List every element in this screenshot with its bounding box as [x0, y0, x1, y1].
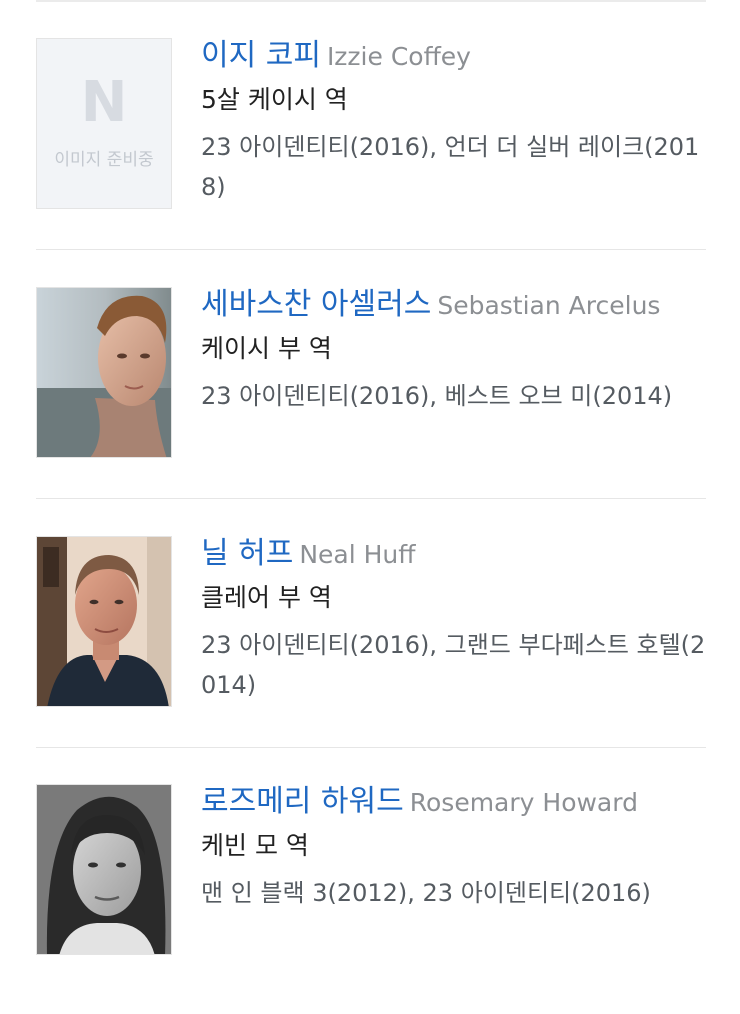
role-text: 케빈 모 역	[201, 831, 309, 860]
filmography-text: 23 아이덴티티(2016), 그랜드 부다페스트 호텔(2014)	[201, 631, 706, 699]
actor-name-en: Izzie Coffey	[326, 42, 471, 71]
actor-photo[interactable]	[36, 536, 172, 707]
cast-item[interactable]: 로즈메리 하워드 Rosemary Howard 케빈 모 역 맨 인 블랙 3(…	[36, 784, 706, 1014]
name-line: 이지 코피 Izzie Coffey	[201, 38, 706, 74]
filmography-text: 23 아이덴티티(2016), 베스트 오브 미(2014)	[201, 382, 673, 410]
filmography-text: 23 아이덴티티(2016), 언더 더 실버 레이크(2018)	[201, 133, 700, 201]
role-text: 케이시 부 역	[201, 334, 332, 363]
placeholder-text: 이미지 준비중	[54, 150, 154, 170]
cast-item[interactable]: 닐 허프 Neal Huff 클레어 부 역 23 아이덴티티(2016), 그랜…	[36, 536, 706, 766]
cast-item[interactable]: 세바스찬 아셀러스 Sebastian Arcelus 케이시 부 역 23 아이…	[36, 287, 706, 517]
actor-photo-image	[37, 288, 171, 457]
actor-photo[interactable]	[36, 287, 172, 458]
actor-name-ko[interactable]: 세바스찬 아셀러스	[201, 287, 431, 322]
top-divider	[36, 0, 706, 2]
name-line: 로즈메리 하워드 Rosemary Howard	[201, 784, 706, 820]
actor-name-ko[interactable]: 로즈메리 하워드	[201, 784, 404, 819]
actor-photo-image	[37, 537, 171, 706]
divider	[36, 249, 706, 250]
actor-name-ko[interactable]: 이지 코피	[201, 38, 321, 73]
actor-name-en: Sebastian Arcelus	[437, 291, 661, 320]
actor-name-en: Neal Huff	[299, 540, 416, 569]
actor-name-ko[interactable]: 닐 허프	[201, 536, 293, 571]
image-placeholder[interactable]: N 이미지 준비중	[36, 38, 172, 209]
divider	[36, 498, 706, 499]
actor-photo-image	[37, 785, 171, 954]
name-line: 세바스찬 아셀러스 Sebastian Arcelus	[201, 287, 706, 323]
cast-info: 이지 코피 Izzie Coffey 5살 케이시 역 23 아이덴티티(2016…	[201, 38, 706, 207]
naver-logo-icon: N	[80, 70, 128, 135]
actor-name-en: Rosemary Howard	[409, 788, 638, 817]
actor-photo[interactable]	[36, 784, 172, 955]
cast-item[interactable]: N 이미지 준비중 이지 코피 Izzie Coffey 5살 케이시 역 23 …	[36, 38, 706, 268]
cast-info: 닐 허프 Neal Huff 클레어 부 역 23 아이덴티티(2016), 그랜…	[201, 536, 706, 705]
cast-info: 세바스찬 아셀러스 Sebastian Arcelus 케이시 부 역 23 아이…	[201, 287, 706, 416]
role-text: 5살 케이시 역	[201, 85, 348, 114]
filmography-text: 맨 인 블랙 3(2012), 23 아이덴티티(2016)	[201, 879, 651, 907]
name-line: 닐 허프 Neal Huff	[201, 536, 706, 572]
cast-info: 로즈메리 하워드 Rosemary Howard 케빈 모 역 맨 인 블랙 3(…	[201, 784, 706, 913]
divider	[36, 747, 706, 748]
role-text: 클레어 부 역	[201, 583, 332, 612]
